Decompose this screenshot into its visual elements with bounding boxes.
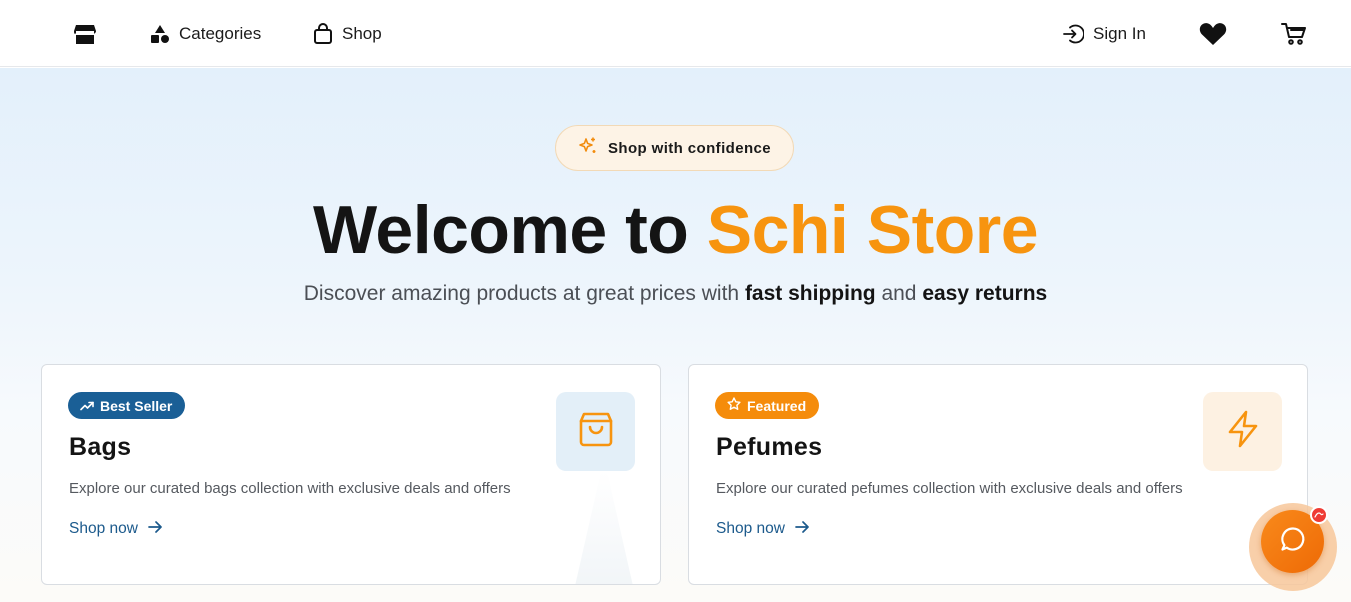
top-navbar: Categories Shop Sign In: [0, 0, 1351, 67]
subtitle-mid: and: [875, 282, 923, 305]
subtitle-easy-returns: easy returns: [922, 282, 1048, 305]
sign-in-label: Sign In: [1093, 23, 1146, 43]
sign-in-icon: [1062, 23, 1084, 45]
lightning-icon: [1223, 409, 1263, 454]
nav-shop-label: Shop: [342, 23, 382, 43]
store-home-link[interactable]: [73, 0, 97, 67]
trending-up-icon: [80, 398, 94, 414]
notification-dot: [1310, 506, 1328, 524]
cart-button[interactable]: [1281, 0, 1307, 67]
hero-subtitle: Discover amazing products at great price…: [0, 282, 1351, 306]
card-title: Bags: [69, 433, 132, 461]
shapes-icon: [150, 24, 170, 44]
shop-now-label: Shop now: [716, 520, 785, 537]
badge-label: Featured: [747, 397, 807, 414]
badge-label: Best Seller: [100, 397, 173, 414]
shop-with-confidence-pill: Shop with confidence: [555, 125, 794, 171]
wishlist-button[interactable]: [1199, 0, 1227, 67]
subtitle-fast-shipping: fast shipping: [744, 282, 876, 305]
category-card-pefumes[interactable]: Featured Pefumes Explore our curated pef…: [688, 364, 1308, 585]
shopping-bag-icon: [313, 23, 333, 44]
card-description: Explore our curated pefumes collection w…: [716, 480, 1183, 497]
wave-icon: [1314, 506, 1324, 524]
shop-now-label: Shop now: [69, 520, 138, 537]
best-seller-badge: Best Seller: [68, 392, 186, 419]
category-card-bags[interactable]: Best Seller Bags Explore our curated bag…: [41, 364, 661, 585]
card-title: Pefumes: [716, 433, 823, 461]
arrow-right-icon: [148, 520, 162, 538]
nav-categories[interactable]: Categories: [150, 0, 261, 67]
star-icon: [727, 397, 741, 414]
hero-title-store-name: Schi Store: [706, 192, 1039, 268]
featured-badge: Featured: [715, 392, 820, 419]
nav-shop[interactable]: Shop: [313, 0, 382, 67]
hero-title: Welcome to Schi Store: [0, 190, 1351, 270]
storefront-icon: [73, 23, 97, 45]
category-icon-tile: [1203, 392, 1282, 471]
heart-icon: [1199, 22, 1227, 46]
category-icon-tile: [556, 392, 635, 471]
pill-text: Shop with confidence: [607, 139, 771, 157]
shopping-bag-icon: [576, 409, 616, 454]
cart-icon: [1281, 22, 1307, 46]
decorative-beam: [575, 471, 633, 584]
subtitle-prefix: Discover amazing products at great price…: [303, 282, 745, 305]
nav-categories-label: Categories: [179, 23, 262, 43]
card-description: Explore our curated bags collection with…: [69, 480, 511, 497]
shop-now-link[interactable]: Shop now: [69, 520, 162, 538]
sparkle-icon: [578, 136, 598, 160]
chat-bubble-icon: [1280, 526, 1306, 557]
shop-now-link[interactable]: Shop now: [716, 520, 809, 538]
sign-in-button[interactable]: Sign In: [1062, 0, 1146, 67]
hero-title-prefix: Welcome to: [312, 192, 707, 268]
arrow-right-icon: [795, 520, 809, 538]
